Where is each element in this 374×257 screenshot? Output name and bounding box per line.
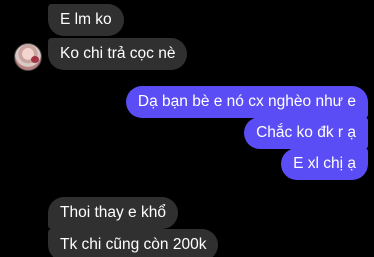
message-bubble-incoming[interactable]: Thoi thay e khổ (48, 197, 178, 229)
chat-thread: E lm ko Ko chi trả cọc nè Dạ bạn bè e nó… (0, 0, 374, 257)
message-bubble-outgoing[interactable]: Dạ bạn bè e nó cx nghèo như e (125, 86, 368, 118)
message-bubble-incoming[interactable]: Ko chi trả cọc nè (48, 38, 188, 70)
message-bubble-outgoing[interactable]: Chắc ko đk r ạ (244, 117, 368, 149)
message-bubble-incoming[interactable]: E lm ko (48, 4, 124, 36)
contact-avatar-icon[interactable] (14, 43, 42, 71)
message-bubble-outgoing[interactable]: E xl chị ạ (281, 148, 368, 180)
avatar-accent (31, 56, 39, 63)
message-bubble-incoming[interactable]: Tk chi cũng còn 200k (48, 229, 219, 257)
